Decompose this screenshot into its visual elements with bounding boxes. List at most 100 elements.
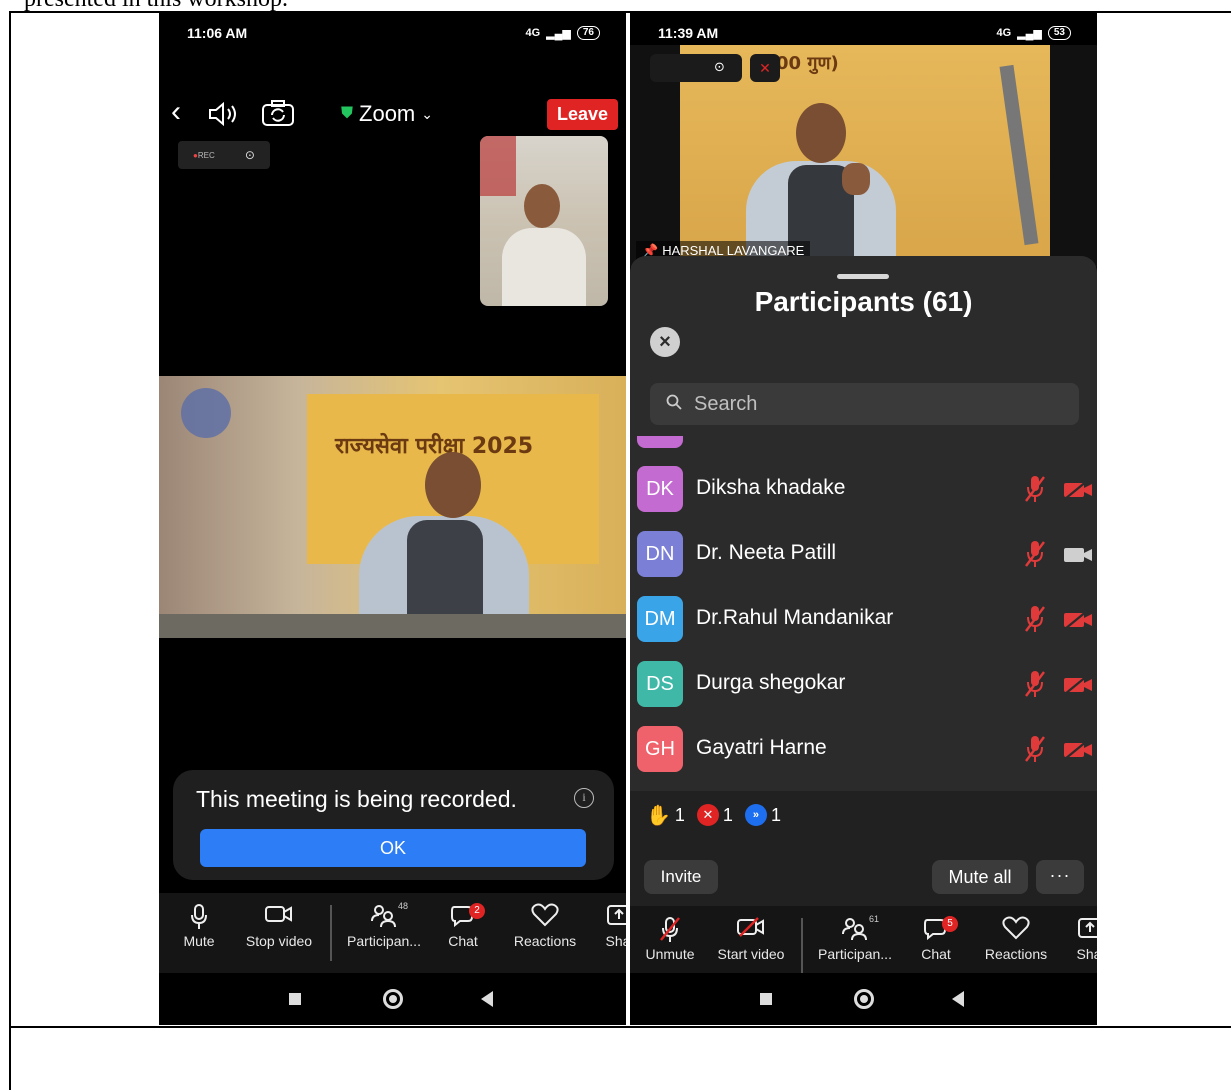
participant-row[interactable]: DS Durga shegokar bbox=[630, 653, 1097, 718]
avatar: GH bbox=[637, 726, 683, 772]
recording-indicator[interactable]: ●REC ⊙ bbox=[178, 141, 270, 169]
mute-all-button[interactable]: Mute all bbox=[932, 860, 1028, 894]
mic-off-icon[interactable] bbox=[1024, 539, 1046, 569]
share-screen-icon bbox=[1078, 918, 1097, 938]
participants-icon bbox=[842, 918, 867, 941]
chat-badge: 2 bbox=[469, 903, 485, 919]
info-icon[interactable]: i bbox=[574, 788, 594, 808]
table-border-middle bbox=[9, 1026, 1231, 1028]
app-title: Zoom bbox=[359, 101, 416, 126]
video-camera-off-icon bbox=[737, 917, 764, 937]
phone-screenshot-recording: 11:06 AM 4G ▂▄▆ 76 ‹ ⛊ Zoom ⌄ Leave ●REC… bbox=[159, 13, 626, 1025]
avatar: DK bbox=[637, 466, 683, 512]
close-icon[interactable]: × bbox=[650, 327, 680, 357]
participant-row[interactable]: GH Gayatri Harne bbox=[630, 718, 1097, 783]
search-field[interactable] bbox=[650, 383, 1079, 425]
recording-control[interactable]: ⊙ bbox=[650, 54, 742, 82]
self-view-video[interactable] bbox=[480, 136, 608, 306]
android-nav-bar bbox=[159, 973, 626, 1025]
signal-icon: ▂▄▆ bbox=[1017, 27, 1042, 40]
panel-actions: Invite Mute all ··· bbox=[630, 839, 1097, 906]
channel-logo bbox=[181, 388, 231, 438]
participant-name: Dr.Rahul Mandanikar bbox=[696, 606, 894, 629]
stop-video-button[interactable]: Stop video bbox=[241, 893, 317, 973]
video-off-icon[interactable] bbox=[1062, 675, 1094, 695]
no-count[interactable]: ✕ 1 bbox=[696, 804, 733, 826]
mic-off-icon[interactable] bbox=[1024, 474, 1046, 504]
speaker-icon[interactable] bbox=[207, 101, 239, 127]
mic-off-icon[interactable] bbox=[1024, 669, 1046, 699]
panel-title: Participants (61) bbox=[754, 286, 973, 317]
participant-name: Gayatri Harne bbox=[696, 736, 827, 759]
participant-row[interactable]: DM Dr.Rahul Mandanikar bbox=[630, 588, 1097, 653]
avatar: DM bbox=[637, 596, 683, 642]
video-on-icon[interactable] bbox=[1062, 545, 1094, 565]
participant-head bbox=[524, 184, 560, 228]
status-icons: 4G ▂▄▆ 53 bbox=[996, 26, 1071, 40]
board-title-text: 00 गुण) bbox=[776, 53, 839, 74]
desk bbox=[159, 614, 626, 638]
ok-button[interactable]: OK bbox=[200, 829, 586, 867]
mic-off-icon[interactable] bbox=[1024, 734, 1046, 764]
status-time: 11:06 AM bbox=[187, 25, 248, 41]
chat-button[interactable]: 2 Chat bbox=[445, 893, 485, 973]
participant-name: Durga shegokar bbox=[696, 671, 846, 694]
network-indicator: 4G bbox=[996, 27, 1012, 39]
heart-icon bbox=[1002, 916, 1030, 940]
meeting-toolbar: Mute Stop video 48 Participan... 2 Chat … bbox=[159, 893, 626, 973]
share-screen-icon bbox=[607, 905, 626, 925]
video-camera-icon bbox=[265, 906, 292, 922]
chevron-down-icon: ⌄ bbox=[421, 105, 433, 122]
android-nav-bar bbox=[630, 973, 1097, 1025]
status-time: 11:39 AM bbox=[658, 25, 719, 41]
recent-apps-icon[interactable] bbox=[289, 993, 301, 1005]
home-icon[interactable] bbox=[383, 989, 403, 1009]
pinned-speaker-video[interactable]: 00 गुण) ⊙ ✕ 📌 HARSHAL LAVANGARE bbox=[630, 45, 1097, 267]
go-faster-count[interactable]: » 1 bbox=[744, 804, 781, 826]
back-chevron-icon[interactable]: ‹ bbox=[171, 97, 181, 127]
battery-indicator: 76 bbox=[576, 26, 600, 40]
leave-button[interactable]: Leave bbox=[546, 99, 618, 130]
mic-off-icon[interactable] bbox=[1024, 604, 1046, 634]
participants-count: 48 bbox=[398, 901, 409, 911]
video-off-icon[interactable] bbox=[1062, 610, 1094, 630]
participants-list[interactable]: DK Diksha khadake DN Dr. Neeta Patill DM Dr.R… bbox=[630, 436, 1097, 791]
participants-button[interactable]: 48 Participan... bbox=[342, 893, 426, 973]
speaker-hand bbox=[842, 163, 870, 195]
drag-handle[interactable] bbox=[837, 274, 889, 279]
status-icons: 4G ▂▄▆ 76 bbox=[525, 26, 600, 40]
participants-icon bbox=[371, 905, 396, 928]
more-options-button[interactable]: ··· bbox=[1036, 860, 1084, 894]
avatar: DN bbox=[637, 531, 683, 577]
network-indicator: 4G bbox=[525, 27, 541, 39]
participant-name: Diksha khadake bbox=[696, 476, 846, 499]
home-icon[interactable] bbox=[854, 989, 874, 1009]
mute-button[interactable]: Mute bbox=[177, 893, 221, 973]
battery-indicator: 53 bbox=[1047, 26, 1071, 40]
fast-forward-icon: » bbox=[744, 804, 767, 826]
search-input[interactable] bbox=[694, 383, 1064, 425]
reactions-button[interactable]: Reactions bbox=[509, 893, 581, 973]
back-triangle-icon[interactable] bbox=[481, 991, 493, 1007]
video-off-icon[interactable] bbox=[1062, 740, 1094, 760]
video-off-icon[interactable] bbox=[1062, 480, 1094, 500]
switch-camera-icon[interactable] bbox=[261, 99, 295, 127]
recording-notice-dialog: This meeting is being recorded. i OK bbox=[173, 770, 614, 880]
active-speaker-video[interactable]: राज्यसेवा परीक्षा 2025 bbox=[159, 376, 626, 638]
no-x-icon: ✕ bbox=[696, 804, 719, 826]
recent-apps-icon[interactable] bbox=[760, 993, 772, 1005]
rec-label: REC bbox=[197, 150, 215, 160]
chat-badge: 5 bbox=[942, 916, 958, 932]
participant-row[interactable]: DK Diksha khadake bbox=[630, 458, 1097, 523]
invite-button[interactable]: Invite bbox=[644, 860, 718, 894]
participants-count: 61 bbox=[869, 914, 880, 924]
raised-hands-count[interactable]: ✋ 1 bbox=[646, 803, 685, 828]
search-icon bbox=[666, 394, 682, 410]
reaction-counts: ✋ 1 ✕ 1 » 1 bbox=[630, 791, 1097, 839]
heart-icon bbox=[531, 903, 559, 927]
participant-row[interactable]: DN Dr. Neeta Patill bbox=[630, 523, 1097, 588]
back-triangle-icon[interactable] bbox=[952, 991, 964, 1007]
meeting-title-dropdown[interactable]: ⛊ Zoom ⌄ bbox=[341, 101, 433, 127]
share-button[interactable]: Sha bbox=[603, 893, 626, 973]
avatar: DS bbox=[637, 661, 683, 707]
